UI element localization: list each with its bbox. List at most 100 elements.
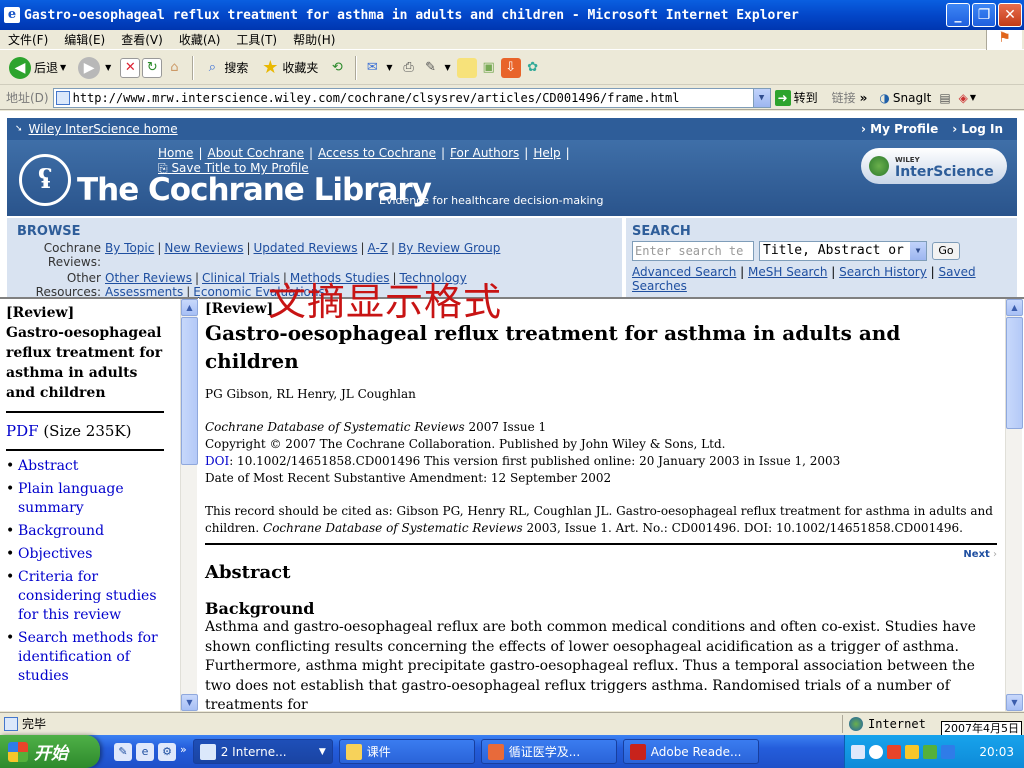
notepad-icon[interactable]: ✎ [114, 742, 132, 761]
page-icon [4, 716, 18, 731]
start-button[interactable]: 开始 [0, 735, 100, 768]
left-scroll-thumb[interactable] [181, 317, 198, 465]
pdf-link[interactable]: PDF [6, 422, 39, 440]
doi-link[interactable]: DOI [205, 454, 229, 468]
links-label[interactable]: 链接 [832, 89, 856, 106]
task-adobe-reader[interactable]: Adobe Reade... [622, 739, 759, 764]
task-powerpoint[interactable]: 循证医学及... [480, 739, 617, 764]
messenger-icon[interactable]: ⇩ [500, 57, 521, 78]
address-bar: 地址(D) http://www.mrw.interscience.wiley.… [0, 86, 1024, 110]
toc-item-criteria[interactable]: Criteria for considering studies for thi… [6, 568, 164, 625]
monitor-icon[interactable] [941, 744, 955, 759]
citation: This record should be cited as: Gibson P… [205, 504, 993, 535]
title-bar[interactable]: e Gastro-oesophageal reflux treatment fo… [0, 0, 1024, 30]
maximize-button[interactable]: ❐ [972, 3, 996, 27]
refresh-icon[interactable]: ↻ [142, 57, 163, 78]
snagit-button[interactable]: ◑ SnagIt ▤ ◈ ▼ [879, 91, 976, 105]
favorites-button[interactable]: ★ 收藏夹 [257, 54, 321, 82]
go-button[interactable]: ➜ 转到 [774, 89, 818, 106]
tool-quick-icon[interactable]: ⚙ [158, 742, 176, 761]
dropdown-arrow-icon[interactable]: ▼ [445, 63, 451, 72]
task-folder[interactable]: 课件 [338, 739, 475, 764]
ime-icon[interactable] [851, 744, 865, 759]
window-icon[interactable]: ▤ [939, 91, 950, 105]
toc-item-search-methods[interactable]: Search methods for identification of stu… [6, 629, 164, 686]
menu-view[interactable]: 查看(V) [113, 31, 171, 48]
address-input[interactable]: http://www.mrw.interscience.wiley.com/co… [52, 87, 771, 108]
nav-about-cochrane[interactable]: About Cochrane [207, 146, 304, 160]
toc-item-background[interactable]: Background [6, 522, 164, 541]
stop-icon[interactable]: ✕ [120, 57, 141, 78]
log-in-link[interactable]: › Log In [952, 122, 1003, 136]
main-scrollbar[interactable]: ▲ ▼ [1005, 299, 1023, 711]
scroll-up-icon[interactable]: ▲ [1006, 299, 1023, 316]
chevron-icon[interactable]: » [860, 91, 868, 105]
scroll-up-icon[interactable]: ▲ [181, 299, 198, 316]
advanced-search-link[interactable]: Advanced Search [632, 265, 736, 279]
search-history-link[interactable]: Search History [839, 265, 927, 279]
minimize-button[interactable]: _ [946, 3, 970, 27]
menu-edit[interactable]: 编辑(E) [56, 31, 113, 48]
nav-for-authors[interactable]: For Authors [450, 146, 519, 160]
browse-by-review-group[interactable]: By Review Group [398, 241, 500, 255]
sidebar-toc: Abstract Plain language summary Backgrou… [6, 457, 164, 686]
toc-item-abstract[interactable]: Abstract [6, 457, 164, 476]
browse-a-z[interactable]: A-Z [368, 241, 389, 255]
edit-icon[interactable]: ✎ [421, 58, 441, 78]
left-scrollbar[interactable]: ▲ ▼ [180, 299, 198, 711]
mesh-search-link[interactable]: MeSH Search [748, 265, 827, 279]
menu-favorites[interactable]: 收藏(A) [171, 31, 229, 48]
antivirus-icon[interactable] [887, 744, 901, 759]
browse-other-reviews[interactable]: Other Reviews [105, 271, 192, 285]
home-icon[interactable]: ⌂ [164, 58, 184, 78]
background-text: Asthma and gastro-oesophageal reflux are… [205, 619, 976, 711]
mail-icon[interactable]: ✉ [362, 58, 382, 78]
task-internet-explorer[interactable]: 2 Interne... ▼ [192, 739, 333, 764]
history-icon[interactable]: ⟲ [327, 58, 347, 78]
toc-item-objectives[interactable]: Objectives [6, 545, 164, 564]
research-icon[interactable]: ▣ [479, 58, 499, 78]
print-icon[interactable]: ⎙ [399, 58, 419, 78]
tray-arrow-icon[interactable] [869, 744, 883, 759]
globe-icon [849, 717, 863, 731]
scroll-down-icon[interactable]: ▼ [181, 694, 198, 711]
wiley-interscience-logo[interactable]: WILEY InterScience [861, 148, 1007, 184]
browse-updated-reviews[interactable]: Updated Reviews [254, 241, 358, 255]
back-arrow-icon: ◀ [9, 56, 31, 79]
nav-home[interactable]: Home [158, 146, 193, 160]
next-link[interactable]: Next › [205, 549, 997, 560]
chevron-down-icon[interactable]: ▼ [752, 88, 770, 107]
browse-by-topic[interactable]: By Topic [105, 241, 154, 255]
back-label: 后退 [34, 61, 59, 75]
menu-help[interactable]: 帮助(H) [285, 31, 343, 48]
main-scroll-thumb[interactable] [1006, 317, 1023, 429]
browse-new-reviews[interactable]: New Reviews [164, 241, 243, 255]
forward-button[interactable]: ▶ ▼ [75, 54, 114, 82]
discuss-icon[interactable] [456, 57, 477, 78]
wiley-home-link[interactable]: Wiley InterScience home [29, 122, 178, 136]
more-icon[interactable]: » [180, 743, 187, 761]
volume-icon[interactable] [923, 744, 937, 759]
dropdown-arrow-icon[interactable]: ▼ [970, 93, 976, 102]
close-button[interactable]: ✕ [998, 3, 1022, 27]
search-scope-select[interactable]: Title, Abstract or ▼ [759, 241, 927, 261]
search-button[interactable]: ⌕ 搜索 [199, 54, 251, 82]
scroll-down-icon[interactable]: ▼ [1006, 694, 1023, 711]
back-button[interactable]: ◀ 后退 ▼ [6, 54, 69, 82]
search-input[interactable]: Enter search te [632, 241, 754, 261]
toc-item-plain-language-summary[interactable]: Plain language summary [6, 480, 164, 518]
tool-icon[interactable]: ✿ [523, 58, 543, 78]
nav-help[interactable]: Help [533, 146, 560, 160]
search-go-button[interactable]: Go [932, 242, 960, 260]
my-profile-link[interactable]: › My Profile [861, 122, 938, 136]
clock[interactable]: 20:03 [979, 745, 1014, 759]
snagit-icon: ◑ [879, 90, 890, 105]
options-icon[interactable]: ◈ [959, 91, 968, 105]
dropdown-arrow-icon[interactable]: ▼ [386, 63, 392, 72]
menu-file[interactable]: 文件(F) [0, 31, 56, 48]
go-label: 转到 [793, 91, 818, 105]
nav-access-to-cochrane[interactable]: Access to Cochrane [318, 146, 436, 160]
menu-tools[interactable]: 工具(T) [228, 31, 285, 48]
network-icon[interactable] [905, 744, 919, 759]
ie-quick-icon[interactable]: e [136, 742, 154, 761]
